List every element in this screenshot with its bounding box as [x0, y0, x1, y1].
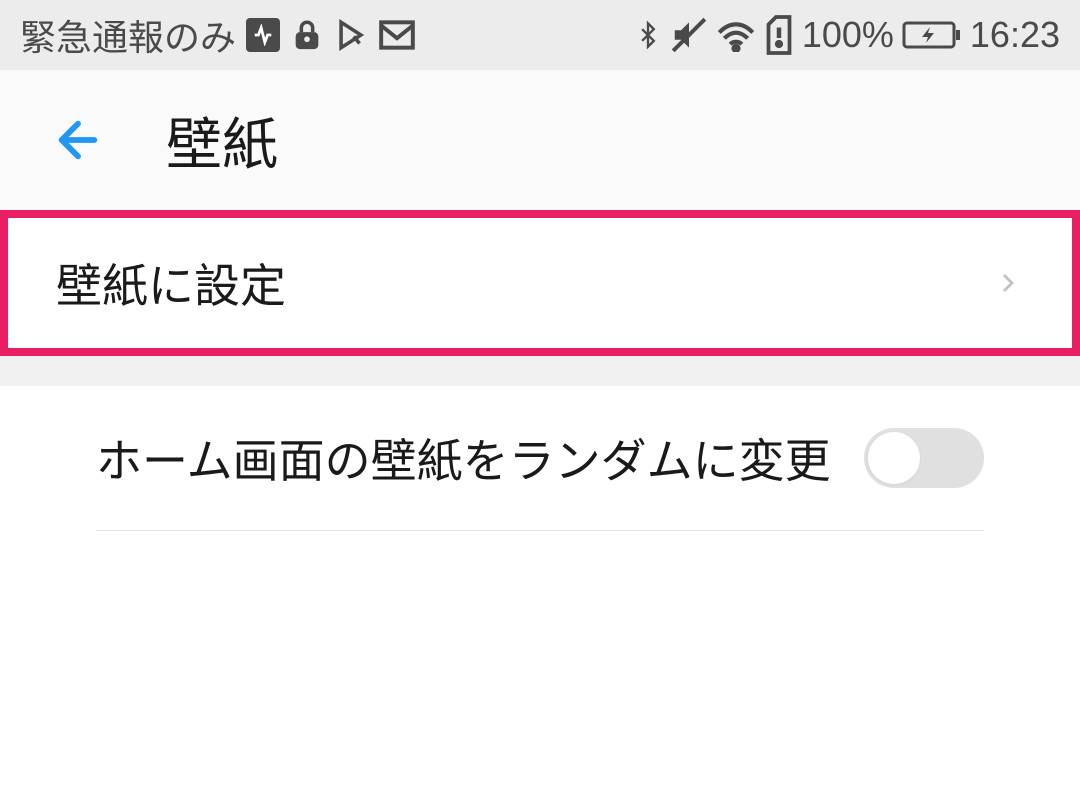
- random-wallpaper-row[interactable]: ホーム画面の壁紙をランダムに変更: [96, 386, 984, 531]
- back-button[interactable]: [50, 112, 106, 168]
- mail-icon: [378, 18, 416, 52]
- section-divider: [0, 356, 1080, 386]
- network-status-text: 緊急通報のみ: [20, 9, 236, 61]
- status-right: 100% 16:23: [634, 14, 1060, 56]
- battery-percent-text: 100%: [802, 14, 894, 56]
- battery-icon: [902, 19, 962, 51]
- mute-icon: [670, 16, 708, 54]
- status-bar: 緊急通報のみ 100% 16:23: [0, 0, 1080, 70]
- set-wallpaper-label: 壁紙に設定: [56, 250, 286, 316]
- clock-text: 16:23: [970, 14, 1060, 56]
- set-wallpaper-row[interactable]: 壁紙に設定: [8, 218, 1072, 348]
- chevron-right-icon: [992, 259, 1024, 307]
- lock-icon: [290, 18, 324, 52]
- random-wallpaper-section: ホーム画面の壁紙をランダムに変更: [0, 386, 1080, 531]
- play-store-icon: [334, 18, 368, 52]
- sim-alert-icon: [764, 15, 794, 55]
- wifi-icon: [716, 18, 756, 52]
- toggle-knob: [868, 432, 920, 484]
- random-wallpaper-label: ホーム画面の壁紙をランダムに変更: [96, 425, 831, 491]
- bluetooth-icon: [634, 15, 662, 55]
- page-title: 壁紙: [166, 100, 278, 181]
- activity-icon: [246, 18, 280, 52]
- status-left: 緊急通報のみ: [20, 9, 416, 61]
- header: 壁紙: [0, 70, 1080, 210]
- random-wallpaper-toggle[interactable]: [864, 428, 984, 488]
- set-wallpaper-section: 壁紙に設定: [0, 210, 1080, 356]
- blank-area: [0, 531, 1080, 791]
